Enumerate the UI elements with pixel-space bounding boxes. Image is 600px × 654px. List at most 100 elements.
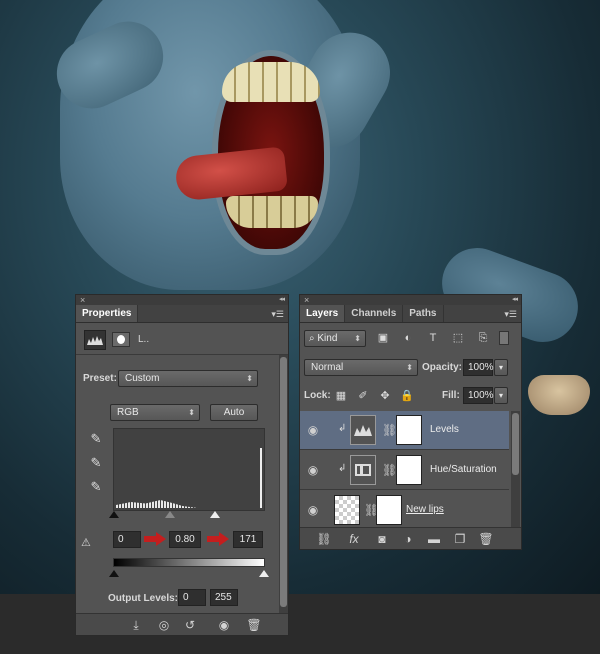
hamburger-menu-icon[interactable]: ▾☰: [271, 309, 284, 320]
gamma-handle[interactable]: [165, 511, 175, 518]
properties-scrollbar[interactable]: [279, 355, 288, 613]
histogram-spike: [260, 448, 262, 508]
levels-histogram: [113, 428, 265, 511]
output-gradient-bar: [113, 558, 265, 567]
input-gamma-field[interactable]: 0.80: [169, 531, 201, 548]
fill-field[interactable]: 100%: [463, 387, 494, 404]
output-white-field[interactable]: 255: [210, 589, 238, 606]
trash-icon[interactable]: 🗑: [244, 617, 264, 633]
panel-title-strip: × ◂◂: [76, 295, 288, 305]
shape-filter-icon[interactable]: ⬚: [451, 331, 465, 345]
clipping-warning-icon[interactable]: ⚠: [81, 536, 91, 550]
new-adjustment-layer-icon[interactable]: ◑: [398, 531, 418, 547]
hue-saturation-adjustment-thumbnail: [350, 455, 376, 485]
mask-link-icon[interactable]: ⛓: [382, 423, 397, 437]
new-group-folder-icon[interactable]: ▬: [424, 531, 444, 547]
preset-label: Preset:: [83, 373, 117, 384]
input-levels-slider[interactable]: [109, 511, 265, 518]
mask-link-icon[interactable]: ⛓: [382, 463, 397, 477]
close-panel-button[interactable]: ×: [304, 295, 309, 305]
opacity-label: Opacity:: [422, 362, 463, 373]
layer-visibility-eye-icon[interactable]: ◉: [306, 503, 320, 517]
layer-style-fx-icon[interactable]: fx: [344, 531, 364, 547]
layer-mask-icon[interactable]: [112, 332, 130, 347]
black-point-handle[interactable]: [109, 511, 119, 518]
lock-position-icon[interactable]: ✥: [378, 389, 392, 403]
output-black-handle[interactable]: [109, 570, 119, 577]
layer-visibility-eye-icon[interactable]: ◉: [306, 463, 320, 477]
properties-panel: × ◂◂ Properties ▾☰ L.. Preset: Custom ⬍ …: [75, 294, 289, 636]
lock-pixels-icon[interactable]: ✐: [356, 389, 370, 403]
white-eyedropper-icon[interactable]: ✎: [88, 479, 104, 495]
trash-icon[interactable]: 🗑: [476, 531, 496, 547]
link-layers-icon[interactable]: ⛓: [314, 531, 334, 547]
close-panel-button[interactable]: ×: [80, 295, 85, 305]
tab-paths[interactable]: Paths: [403, 305, 444, 322]
properties-tabbar: Properties ▾☰: [76, 305, 288, 323]
lower-teeth-illustration: [226, 196, 318, 228]
adjustment-name-label: L..: [138, 334, 150, 345]
scrollbar-thumb[interactable]: [280, 357, 287, 607]
histogram-bars: [116, 500, 264, 508]
lock-transparency-icon[interactable]: ▦: [334, 389, 348, 403]
reset-icon[interactable]: ↺: [180, 617, 200, 633]
kind-filter-select[interactable]: ⌕ Kind ⬍: [304, 330, 366, 347]
layer-row-levels[interactable]: ◉ ↲ ⛓ Levels: [300, 411, 509, 450]
preset-select-value: Custom: [125, 373, 160, 384]
clip-to-layer-icon[interactable]: ⤓: [126, 617, 146, 633]
blend-mode-value: Normal: [311, 362, 344, 373]
visibility-eye-icon[interactable]: ◉: [214, 617, 234, 633]
layer-content-thumbnail: [334, 495, 360, 525]
layer-name: Levels: [430, 424, 459, 435]
clipping-arrow-icon: ↲: [338, 423, 347, 434]
output-white-handle[interactable]: [259, 570, 269, 577]
pixel-filter-icon[interactable]: ▣: [376, 331, 390, 345]
gray-eyedropper-icon[interactable]: ✎: [88, 455, 104, 471]
layer-row-hue-saturation[interactable]: ◉ ↲ ⛓ Hue/Saturation: [300, 451, 509, 490]
channel-select[interactable]: RGB ⬍: [110, 404, 200, 421]
output-black-field[interactable]: 0: [178, 589, 206, 606]
layers-tabbar: Layers Channels Paths ▾☰: [300, 305, 521, 323]
opacity-field[interactable]: 100%: [463, 359, 494, 376]
layer-row-new-lips[interactable]: ◉ ⛓ New lips: [300, 491, 509, 530]
lock-all-icon[interactable]: 🔒: [400, 389, 414, 403]
add-mask-icon[interactable]: ◙: [372, 531, 392, 547]
scrollbar-thumb[interactable]: [512, 413, 519, 475]
updown-arrows-icon: ⬍: [406, 363, 413, 372]
red-arrow-annotation: [144, 532, 168, 546]
layers-footer: ⛓ fx ◙ ◑ ▬ ❐ 🗑: [300, 527, 521, 549]
layers-scrollbar[interactable]: [511, 411, 520, 529]
channel-select-value: RGB: [117, 407, 139, 418]
layer-name: New lips: [406, 504, 444, 515]
filter-toggle-switch[interactable]: [499, 331, 509, 345]
collapse-panel-button[interactable]: ◂◂: [512, 295, 518, 305]
layer-visibility-eye-icon[interactable]: ◉: [306, 423, 320, 437]
input-white-field[interactable]: 171: [233, 531, 263, 548]
updown-arrows-icon: ⬍: [354, 334, 361, 343]
fill-dropdown-button[interactable]: ▾: [494, 387, 508, 404]
output-levels-label: Output Levels:: [108, 593, 179, 604]
auto-button[interactable]: Auto: [210, 404, 258, 421]
new-layer-icon[interactable]: ❐: [450, 531, 470, 547]
layer-mask-thumbnail: [396, 415, 422, 445]
hamburger-menu-icon[interactable]: ▾☰: [504, 309, 517, 320]
tab-layers[interactable]: Layers: [300, 305, 346, 322]
output-levels-slider[interactable]: [109, 570, 269, 577]
levels-adjustment-icon[interactable]: [84, 330, 106, 350]
blend-mode-select[interactable]: Normal ⬍: [304, 359, 418, 376]
preset-select[interactable]: Custom ⬍: [118, 370, 258, 387]
adjustment-filter-icon[interactable]: ◐: [401, 331, 415, 345]
smart-object-filter-icon[interactable]: ⎘: [476, 331, 490, 345]
type-filter-icon[interactable]: T: [426, 331, 440, 345]
collapse-panel-button[interactable]: ◂◂: [279, 295, 285, 305]
black-eyedropper-icon[interactable]: ✎: [88, 431, 104, 447]
white-point-handle[interactable]: [210, 511, 220, 518]
layers-panel: × ◂◂ Layers Channels Paths ▾☰ ⌕ Kind ⬍ ▣…: [299, 294, 522, 550]
input-black-field[interactable]: 0: [113, 531, 141, 548]
tab-properties[interactable]: Properties: [76, 305, 139, 322]
opacity-dropdown-button[interactable]: ▾: [494, 359, 508, 376]
view-previous-state-icon[interactable]: ◎: [154, 617, 174, 633]
layer-name: Hue/Saturation: [430, 464, 497, 475]
kind-filter-value: Kind: [317, 333, 338, 344]
tab-channels[interactable]: Channels: [345, 305, 404, 322]
